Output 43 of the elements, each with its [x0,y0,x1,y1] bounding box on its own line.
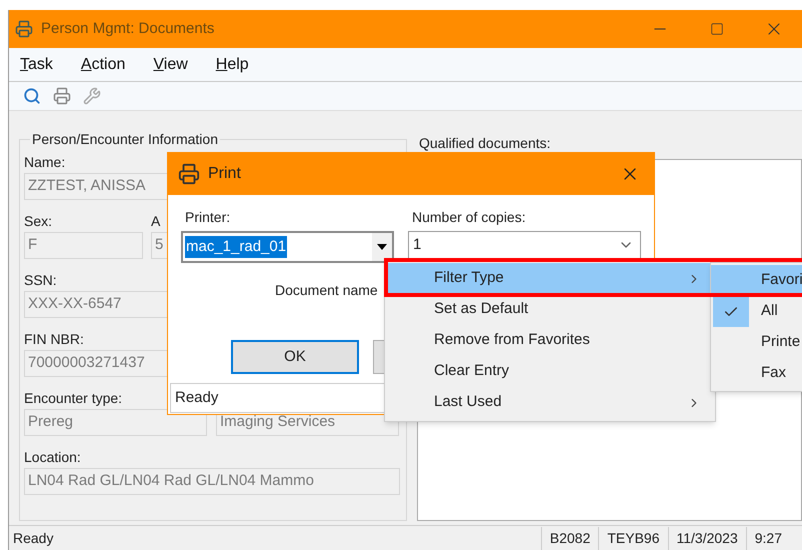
menu-item[interactable]: Help [208,52,256,76]
field-label: Name: [24,154,66,171]
ok-button[interactable]: OK [231,340,359,374]
copies-label: Number of copies: [412,208,526,227]
field-label: SSN: [24,272,57,289]
search-icon[interactable] [23,87,41,105]
field-label: FIN NBR: [24,331,84,348]
submenu-item[interactable]: Fax [711,358,802,389]
menu-item[interactable]: Task [13,52,60,76]
status-field: 11/3/2023 [668,526,746,550]
menu-item[interactable]: Remove from Favorites [387,325,713,356]
document-name-label: Document name [275,281,378,300]
printer-icon [178,163,200,185]
status-field: 9:27 [746,526,790,550]
window-title: Person Mgmt: Documents [41,18,214,39]
status-field: B2082 [540,526,598,550]
documents-label: Qualified documents: [419,134,552,153]
field-label: Encounter type: [24,390,122,407]
printer-combobox[interactable]: mac_1_rad_01 [181,231,394,263]
submenu-item[interactable]: Printe [711,327,802,358]
readonly-field[interactable]: LN04 Rad GL/LN04 Rad GL/LN04 Mammo [24,468,400,495]
status-field: Ready [9,528,541,548]
field-label: A [151,213,160,230]
field-label: Location: [24,449,81,466]
menu-item[interactable]: Set as Default [387,294,713,325]
app-icon [15,20,33,38]
maximize-icon[interactable] [710,22,724,36]
submenu-item[interactable]: All [711,296,802,327]
readonly-field[interactable]: Prereg [24,409,207,436]
submenu-item[interactable]: Favori [711,265,802,296]
copies-combobox[interactable]: 1 [408,231,641,259]
printer-icon[interactable] [53,87,71,105]
printer-label: Printer: [185,208,230,227]
menu-item[interactable]: Clear Entry [387,356,713,387]
printer-value: mac_1_rad_01 [185,236,288,258]
status-field: TEYB96 [598,526,668,550]
menu-item[interactable]: Action [74,52,132,76]
menu-item[interactable]: View [146,52,195,76]
dialog-title: Print [208,164,241,184]
group-title: Person/Encounter Information [31,130,219,149]
menu-item[interactable]: Filter Type [387,263,713,294]
field-label: Sex: [24,213,52,230]
readonly-field[interactable]: F [24,232,143,259]
